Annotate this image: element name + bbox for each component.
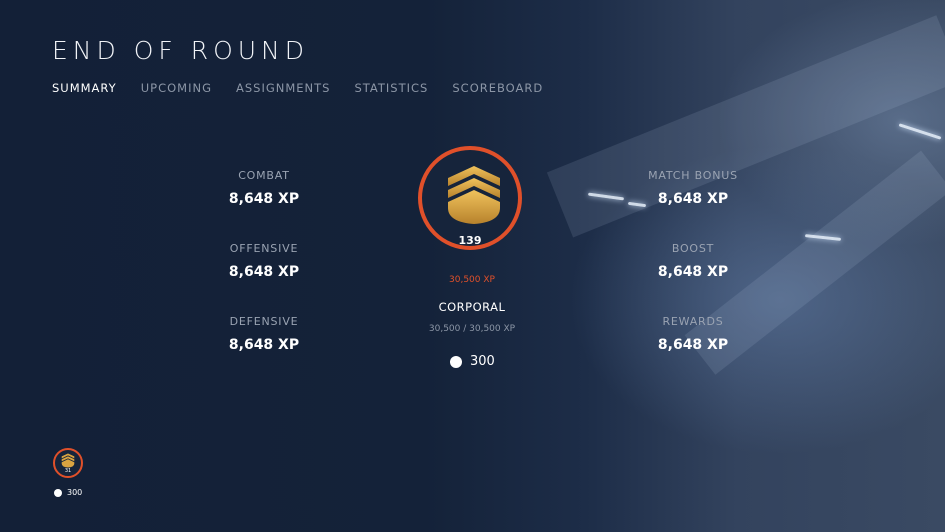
tab-summary[interactable]: SUMMARY — [52, 81, 117, 95]
stat-label: REWARDS — [662, 315, 724, 328]
stat-value: 8,648 XP — [657, 191, 729, 207]
stat-value: 8,648 XP — [657, 264, 729, 280]
stat-value: 8,648 XP — [228, 337, 300, 353]
rank-name: CORPORAL — [438, 300, 506, 314]
stat-combat: COMBAT 8,648 XP — [194, 169, 334, 207]
stat-value: 8,648 XP — [228, 264, 300, 280]
mini-rank-number: 31 — [64, 468, 72, 474]
stat-label: DEFENSIVE — [229, 315, 299, 328]
page-title: END OF ROUND — [52, 36, 309, 65]
chevron-rank-icon — [61, 453, 75, 468]
stat-value: 8,648 XP — [228, 191, 300, 207]
credit-dot-icon — [450, 355, 462, 368]
rank-number: 139 — [458, 234, 482, 247]
credits: 300 — [450, 354, 495, 369]
floor-glow — [530, 382, 945, 532]
mini-credits: 300 — [54, 488, 82, 497]
credits-value: 300 — [470, 354, 495, 369]
rank-progress: 30,500 / 30,500 XP — [428, 324, 516, 334]
stat-match-bonus: MATCH BONUS 8,648 XP — [623, 169, 763, 207]
stat-label: COMBAT — [238, 169, 290, 182]
stat-label: OFFENSIVE — [229, 242, 299, 255]
mini-rank-badge: 31 — [53, 448, 83, 478]
tab-bar: SUMMARY UPCOMING ASSIGNMENTS STATISTICS … — [52, 81, 567, 95]
stat-label: BOOST — [671, 242, 715, 255]
tab-upcoming[interactable]: UPCOMING — [141, 81, 212, 95]
mini-credits-value: 300 — [67, 488, 83, 497]
xp-earned: 30,500 XP — [449, 275, 495, 285]
rank-badge[interactable]: 139 — [418, 146, 522, 250]
tab-statistics[interactable]: STATISTICS — [354, 81, 428, 95]
chevron-rank-icon — [448, 166, 500, 224]
tab-assignments[interactable]: ASSIGNMENTS — [236, 81, 331, 95]
stat-rewards: REWARDS 8,648 XP — [623, 315, 763, 353]
stat-defensive: DEFENSIVE 8,648 XP — [194, 315, 334, 353]
tab-scoreboard[interactable]: SCOREBOARD — [452, 81, 543, 95]
credit-dot-icon — [54, 488, 62, 497]
stat-value: 8,648 XP — [657, 337, 729, 353]
stat-label: MATCH BONUS — [648, 169, 738, 182]
stat-offensive: OFFENSIVE 8,648 XP — [194, 242, 334, 280]
stat-boost: BOOST 8,648 XP — [623, 242, 763, 280]
